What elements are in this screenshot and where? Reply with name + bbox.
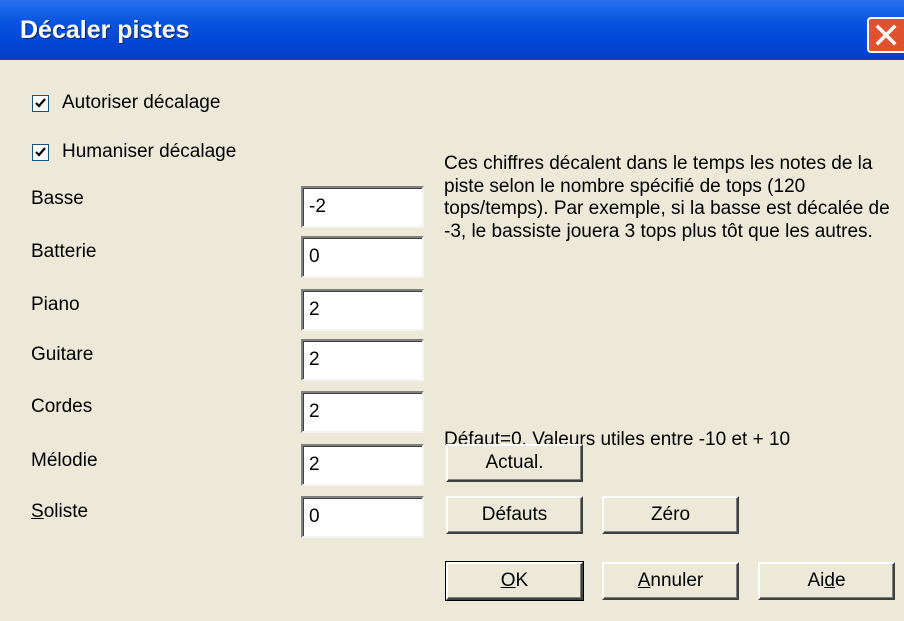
basse-offset-input[interactable] — [301, 186, 424, 228]
track-label-cordes: Cordes — [31, 396, 93, 417]
help-button[interactable]: Ai d e — [758, 562, 895, 600]
track-label-guitare: Guitare — [31, 344, 94, 365]
auto-shift-checkbox[interactable]: Autoriser décalage — [32, 88, 220, 118]
soliste-offset-input[interactable] — [301, 496, 424, 538]
checkbox-box[interactable] — [32, 94, 49, 112]
checkmark-icon — [35, 97, 46, 108]
guitare-offset-input[interactable] — [301, 339, 424, 381]
zero-button[interactable]: Zéro — [602, 496, 739, 534]
humanize-label: Humaniser décalage — [62, 141, 237, 162]
auto-shift-label: Autoriser décalage — [62, 92, 221, 113]
dialog-body: Autoriser décalage Humaniser décalage Ba… — [0, 60, 904, 621]
batterie-offset-input[interactable] — [301, 236, 424, 278]
close-icon — [875, 24, 897, 46]
track-label-soliste: Soliste — [31, 501, 89, 522]
cancel-button[interactable]: Annuler — [602, 562, 739, 600]
close-button[interactable] — [867, 17, 904, 53]
track-label-basse: Basse — [31, 188, 84, 209]
ok-button[interactable]: OK — [445, 561, 584, 601]
checkmark-icon — [35, 146, 46, 157]
cordes-offset-input[interactable] — [301, 391, 424, 433]
piano-offset-input[interactable] — [301, 289, 424, 331]
track-label-melodie: Mélodie — [31, 450, 98, 471]
track-label-batterie: Batterie — [31, 241, 97, 262]
soliste-accel-key: S — [31, 501, 44, 522]
track-label-piano: Piano — [31, 294, 80, 315]
window-title: Décaler pistes — [20, 16, 190, 44]
checkbox-box[interactable] — [32, 143, 49, 161]
melodie-offset-input[interactable] — [301, 444, 424, 486]
description-text: Ces chiffres décalent dans le temps les … — [444, 153, 890, 242]
defaults-button[interactable]: Défauts — [446, 496, 583, 534]
actual-button[interactable]: Actual. — [446, 444, 583, 482]
humanize-checkbox[interactable]: Humaniser décalage — [32, 137, 236, 167]
title-bar: Décaler pistes — [0, 0, 904, 60]
